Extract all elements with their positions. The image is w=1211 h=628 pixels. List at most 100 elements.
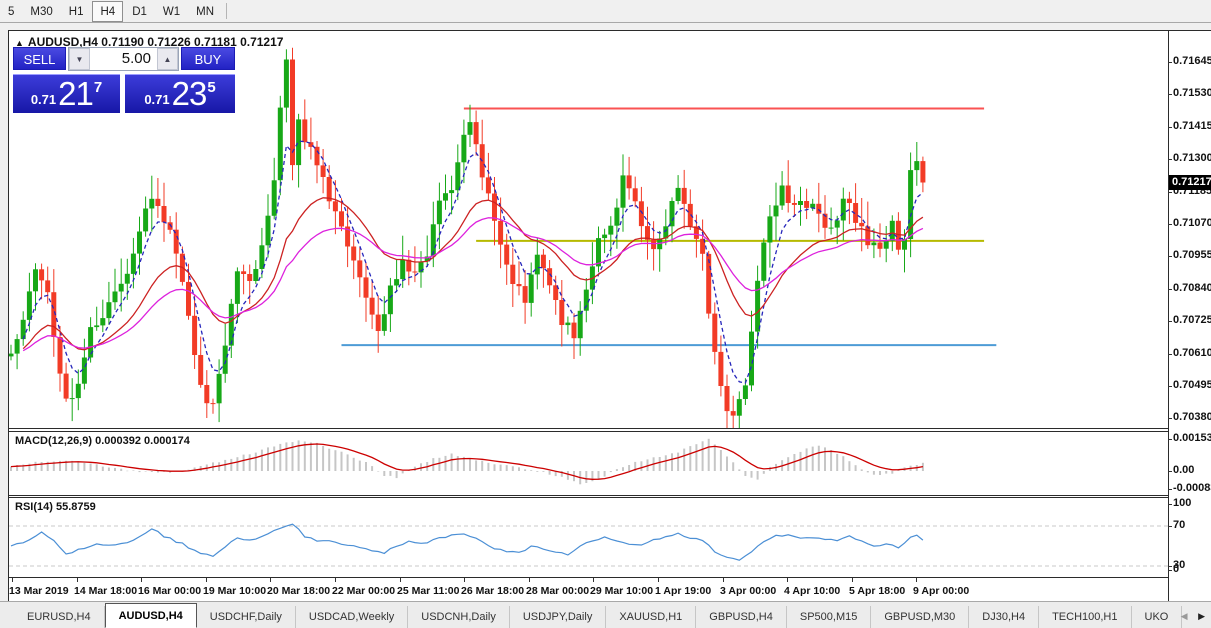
price-axis-label: 0.70610: [1173, 347, 1211, 359]
timeframe-button-d1[interactable]: D1: [125, 2, 154, 23]
time-axis-label: 16 Mar 00:00: [138, 585, 202, 597]
axis-tick: [1168, 289, 1172, 290]
chart-tab-usdcad-weekly[interactable]: USDCAD,Weekly: [296, 606, 409, 628]
chart-tab-xauusd-h1[interactable]: XAUUSD,H1: [606, 606, 697, 628]
ma-slow: [22, 217, 924, 352]
time-axis-label: 9 Apr 00:00: [913, 585, 970, 597]
current-price-badge: 0.71217: [1169, 175, 1211, 190]
panel-separator: [9, 428, 1168, 429]
price-axis-label: 0.71070: [1173, 217, 1211, 229]
chart-tab-usdchf-daily[interactable]: USDCHF,Daily: [197, 606, 296, 628]
time-axis-tick: [141, 578, 142, 582]
time-axis-tick: [400, 578, 401, 582]
price-axis-label: 0.71645: [1173, 55, 1211, 67]
chart-tab-audusd-h4[interactable]: AUDUSD,H4: [104, 603, 197, 628]
timeframe-button-h4[interactable]: H4: [92, 1, 124, 22]
price-axis-label: 0.71300: [1173, 152, 1211, 164]
time-axis-tick: [593, 578, 594, 582]
time-axis-label: 4 Apr 10:00: [784, 585, 841, 597]
timeframe-button-m30[interactable]: M30: [23, 2, 59, 23]
timeframe-button-5[interactable]: 5: [1, 2, 21, 23]
chart-tab-gbpusd-m30[interactable]: GBPUSD,M30: [871, 606, 970, 628]
axis-tick: [1168, 489, 1172, 490]
axis-tick: [1168, 504, 1172, 505]
chart-tab-gbpusd-h4[interactable]: GBPUSD,H4: [696, 606, 787, 628]
axis-tick: [1168, 256, 1172, 257]
time-axis-label: 5 Apr 18:00: [849, 585, 906, 597]
tab-scroll-buttons: ◀ ▶: [1177, 611, 1209, 622]
axis-tick: [1168, 224, 1172, 225]
macd-signal-line: [10, 443, 924, 480]
time-axis-tick: [12, 578, 13, 582]
time-axis-tick: [464, 578, 465, 582]
axis-tick: [1168, 321, 1172, 322]
price-axis-separator: [1168, 31, 1169, 602]
price-axis-label: 0.71530: [1173, 87, 1211, 99]
chart-tab-usdjpy-daily[interactable]: USDJPY,Daily: [510, 606, 607, 628]
time-axis-label: 22 Mar 00:00: [332, 585, 396, 597]
time-axis-tick: [787, 578, 788, 582]
macd-axis-label: 0.001538: [1173, 432, 1211, 444]
time-axis: 13 Mar 2019 14 Mar 18:00 16 Mar 00:00 19 Ma…: [9, 578, 1168, 601]
axis-tick: [1168, 439, 1172, 440]
timeframe-button-mn[interactable]: MN: [189, 2, 221, 23]
time-axis-label: 19 Mar 10:00: [203, 585, 267, 597]
rsi-svg: [9, 523, 1168, 567]
tab-scroll-right-icon[interactable]: ▶: [1194, 611, 1209, 621]
chart-tab-eurusd-h4[interactable]: EURUSD,H4: [14, 606, 105, 628]
tab-scroll-left-icon[interactable]: ◀: [1177, 611, 1192, 621]
panel-separator: [9, 577, 1168, 578]
time-axis-tick: [335, 578, 336, 582]
rsi-line: [10, 523, 924, 561]
axis-tick: [1168, 62, 1172, 63]
macd-axis-label: 0.00: [1173, 464, 1195, 476]
axis-tick: [1168, 127, 1172, 128]
chart-window: ▲ AUDUSD,H4 0.71190 0.71226 0.71181 0.712…: [8, 30, 1211, 602]
axis-tick: [1168, 418, 1172, 419]
toolbar-separator: [226, 2, 228, 19]
time-axis-tick: [723, 578, 724, 582]
time-axis-tick: [916, 578, 917, 582]
timeframe-button-h1[interactable]: H1: [62, 2, 91, 23]
time-axis-label: 14 Mar 18:00: [74, 585, 138, 597]
panel-separator: [9, 431, 1168, 432]
time-axis-label: 3 Apr 00:00: [720, 585, 777, 597]
rsi-axis-label: 70: [1173, 519, 1186, 531]
price-axis-label: 0.70725: [1173, 314, 1211, 326]
axis-tick: [1168, 526, 1172, 527]
time-axis-label: 26 Mar 18:00: [461, 585, 525, 597]
time-axis-tick: [206, 578, 207, 582]
chart-tab-sp500-m15[interactable]: SP500,M15: [787, 606, 872, 628]
axis-tick: [1168, 471, 1172, 472]
timeframe-button-w1[interactable]: W1: [156, 2, 187, 23]
time-axis-label: 1 Apr 19:00: [655, 585, 712, 597]
axis-tick: [1168, 566, 1172, 567]
rsi-label: RSI(14) 55.8759: [15, 501, 96, 513]
axis-tick: [1168, 159, 1172, 160]
chart-tab-usdcnh-daily[interactable]: USDCNH,Daily: [408, 606, 510, 628]
panel-separator: [9, 497, 1168, 498]
macd-axis-label: -0.000835: [1173, 482, 1211, 494]
chart-tab-bar: EURUSD,H4 AUDUSD,H4 USDCHF,Daily USDCAD,Wee…: [0, 601, 1211, 628]
rsi-axis-label: 0: [1173, 563, 1180, 575]
time-axis-label: 13 Mar 2019: [9, 585, 69, 597]
time-axis-label: 25 Mar 11:00: [397, 585, 460, 597]
time-axis-tick: [658, 578, 659, 582]
time-axis-label: 28 Mar 00:00: [526, 585, 590, 597]
time-axis-tick: [77, 578, 78, 582]
axis-tick: [1168, 570, 1172, 571]
chart-tab-dj30-h4[interactable]: DJ30,H4: [969, 606, 1040, 628]
rsi-indicator-area[interactable]: [9, 498, 1168, 577]
price-axis-label: 0.70495: [1173, 379, 1211, 391]
axis-tick: [1168, 354, 1172, 355]
time-axis-tick: [852, 578, 853, 582]
timeframe-toolbar: 5 M30 H1 H4 D1 W1 MN: [0, 0, 1211, 23]
axis-tick: [1168, 386, 1172, 387]
chart-tab-tech100-h1[interactable]: TECH100,H1: [1039, 606, 1132, 628]
price-axis-label: 0.70840: [1173, 282, 1211, 294]
candlestick-svg: [8, 47, 997, 441]
candlestick-chart-area[interactable]: [8, 31, 1168, 441]
chart-tab-uko[interactable]: UKO: [1132, 606, 1183, 628]
price-axis-label: 0.70955: [1173, 249, 1211, 261]
axis-tick: [1168, 94, 1172, 95]
